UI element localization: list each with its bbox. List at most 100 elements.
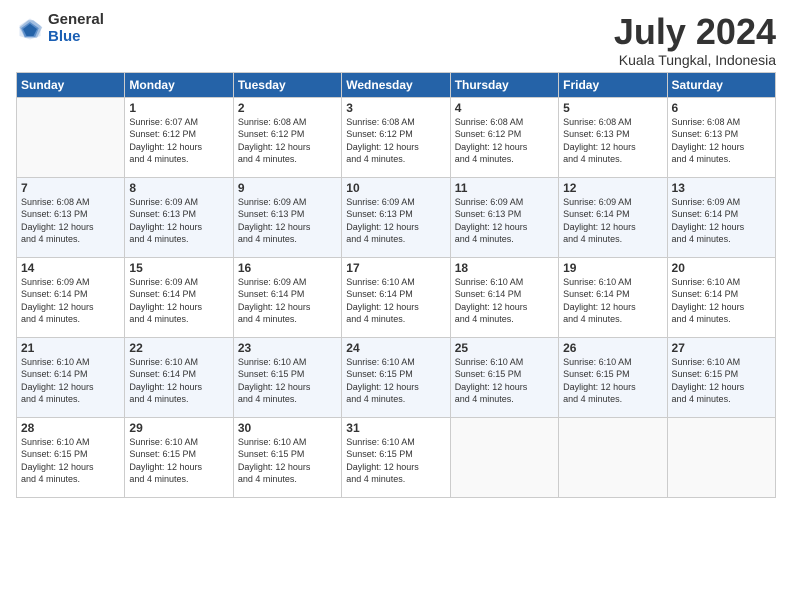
day-info: Sunrise: 6:10 AM Sunset: 6:14 PM Dayligh… (563, 276, 662, 326)
calendar-cell (559, 417, 667, 497)
calendar-cell: 22Sunrise: 6:10 AM Sunset: 6:14 PM Dayli… (125, 337, 233, 417)
day-number: 28 (21, 421, 120, 435)
day-number: 19 (563, 261, 662, 275)
logo-blue-text: Blue (48, 29, 104, 46)
column-header-friday: Friday (559, 72, 667, 97)
calendar-cell: 12Sunrise: 6:09 AM Sunset: 6:14 PM Dayli… (559, 177, 667, 257)
column-header-wednesday: Wednesday (342, 72, 450, 97)
day-info: Sunrise: 6:10 AM Sunset: 6:15 PM Dayligh… (346, 356, 445, 406)
day-number: 18 (455, 261, 554, 275)
day-number: 20 (672, 261, 771, 275)
day-number: 21 (21, 341, 120, 355)
calendar-header-row: SundayMondayTuesdayWednesdayThursdayFrid… (17, 72, 776, 97)
calendar-cell: 19Sunrise: 6:10 AM Sunset: 6:14 PM Dayli… (559, 257, 667, 337)
day-info: Sunrise: 6:10 AM Sunset: 6:15 PM Dayligh… (346, 436, 445, 486)
day-number: 10 (346, 181, 445, 195)
calendar-title: July 2024 (614, 12, 776, 52)
column-header-tuesday: Tuesday (233, 72, 341, 97)
logo: General Blue (16, 12, 104, 45)
logo-icon (16, 15, 44, 43)
day-number: 23 (238, 341, 337, 355)
calendar-subtitle: Kuala Tungkal, Indonesia (614, 52, 776, 68)
day-number: 6 (672, 101, 771, 115)
calendar-cell: 29Sunrise: 6:10 AM Sunset: 6:15 PM Dayli… (125, 417, 233, 497)
calendar-cell: 31Sunrise: 6:10 AM Sunset: 6:15 PM Dayli… (342, 417, 450, 497)
calendar-cell: 13Sunrise: 6:09 AM Sunset: 6:14 PM Dayli… (667, 177, 775, 257)
calendar-cell: 8Sunrise: 6:09 AM Sunset: 6:13 PM Daylig… (125, 177, 233, 257)
day-number: 17 (346, 261, 445, 275)
day-info: Sunrise: 6:10 AM Sunset: 6:15 PM Dayligh… (129, 436, 228, 486)
day-info: Sunrise: 6:10 AM Sunset: 6:15 PM Dayligh… (455, 356, 554, 406)
day-info: Sunrise: 6:08 AM Sunset: 6:13 PM Dayligh… (21, 196, 120, 246)
calendar-cell (450, 417, 558, 497)
day-number: 4 (455, 101, 554, 115)
day-number: 9 (238, 181, 337, 195)
day-number: 3 (346, 101, 445, 115)
calendar-cell: 3Sunrise: 6:08 AM Sunset: 6:12 PM Daylig… (342, 97, 450, 177)
column-header-sunday: Sunday (17, 72, 125, 97)
day-info: Sunrise: 6:08 AM Sunset: 6:13 PM Dayligh… (672, 116, 771, 166)
calendar-cell: 11Sunrise: 6:09 AM Sunset: 6:13 PM Dayli… (450, 177, 558, 257)
calendar-week-2: 7Sunrise: 6:08 AM Sunset: 6:13 PM Daylig… (17, 177, 776, 257)
calendar-cell: 18Sunrise: 6:10 AM Sunset: 6:14 PM Dayli… (450, 257, 558, 337)
day-number: 31 (346, 421, 445, 435)
day-info: Sunrise: 6:09 AM Sunset: 6:14 PM Dayligh… (129, 276, 228, 326)
calendar-cell: 24Sunrise: 6:10 AM Sunset: 6:15 PM Dayli… (342, 337, 450, 417)
day-number: 22 (129, 341, 228, 355)
day-number: 16 (238, 261, 337, 275)
calendar-cell: 6Sunrise: 6:08 AM Sunset: 6:13 PM Daylig… (667, 97, 775, 177)
day-info: Sunrise: 6:10 AM Sunset: 6:14 PM Dayligh… (455, 276, 554, 326)
calendar-cell: 26Sunrise: 6:10 AM Sunset: 6:15 PM Dayli… (559, 337, 667, 417)
calendar-cell: 20Sunrise: 6:10 AM Sunset: 6:14 PM Dayli… (667, 257, 775, 337)
day-info: Sunrise: 6:10 AM Sunset: 6:15 PM Dayligh… (21, 436, 120, 486)
calendar-cell: 14Sunrise: 6:09 AM Sunset: 6:14 PM Dayli… (17, 257, 125, 337)
day-info: Sunrise: 6:08 AM Sunset: 6:12 PM Dayligh… (455, 116, 554, 166)
main-container: General Blue July 2024 Kuala Tungkal, In… (0, 0, 792, 506)
day-info: Sunrise: 6:10 AM Sunset: 6:14 PM Dayligh… (672, 276, 771, 326)
logo-general-text: General (48, 12, 104, 29)
day-number: 2 (238, 101, 337, 115)
day-info: Sunrise: 6:09 AM Sunset: 6:14 PM Dayligh… (238, 276, 337, 326)
day-number: 1 (129, 101, 228, 115)
day-info: Sunrise: 6:10 AM Sunset: 6:14 PM Dayligh… (21, 356, 120, 406)
day-info: Sunrise: 6:09 AM Sunset: 6:13 PM Dayligh… (129, 196, 228, 246)
day-number: 11 (455, 181, 554, 195)
calendar-week-1: 1Sunrise: 6:07 AM Sunset: 6:12 PM Daylig… (17, 97, 776, 177)
day-info: Sunrise: 6:10 AM Sunset: 6:15 PM Dayligh… (563, 356, 662, 406)
calendar-week-3: 14 Sunrise: 6:09 AM Sunset: 6:14 PM Dayli… (17, 257, 776, 337)
calendar-table: SundayMondayTuesdayWednesdayThursdayFrid… (16, 72, 776, 498)
day-info: Sunrise: 6:08 AM Sunset: 6:12 PM Dayligh… (346, 116, 445, 166)
calendar-cell: 23Sunrise: 6:10 AM Sunset: 6:15 PM Dayli… (233, 337, 341, 417)
calendar-cell: 17Sunrise: 6:10 AM Sunset: 6:14 PM Dayli… (342, 257, 450, 337)
day-number: 30 (238, 421, 337, 435)
day-info: Sunrise: 6:09 AM Sunset: 6:13 PM Dayligh… (346, 196, 445, 246)
day-number: 7 (21, 181, 120, 195)
title-block: July 2024 Kuala Tungkal, Indonesia (614, 12, 776, 68)
calendar-cell: 2Sunrise: 6:08 AM Sunset: 6:12 PM Daylig… (233, 97, 341, 177)
day-info: Sunrise: 6:09 AM Sunset: 6:13 PM Dayligh… (455, 196, 554, 246)
day-info: Sunrise: 6:10 AM Sunset: 6:14 PM Dayligh… (129, 356, 228, 406)
calendar-cell: 30Sunrise: 6:10 AM Sunset: 6:15 PM Dayli… (233, 417, 341, 497)
day-info: Sunrise: 6:10 AM Sunset: 6:15 PM Dayligh… (238, 436, 337, 486)
logo-text: General Blue (48, 12, 104, 45)
calendar-cell: 15Sunrise: 6:09 AM Sunset: 6:14 PM Dayli… (125, 257, 233, 337)
day-info: Sunrise: 6:10 AM Sunset: 6:15 PM Dayligh… (238, 356, 337, 406)
day-number: 15 (129, 261, 228, 275)
column-header-monday: Monday (125, 72, 233, 97)
day-number: 29 (129, 421, 228, 435)
day-info: Sunrise: 6:10 AM Sunset: 6:15 PM Dayligh… (672, 356, 771, 406)
calendar-cell (17, 97, 125, 177)
day-number: 8 (129, 181, 228, 195)
day-number: 27 (672, 341, 771, 355)
calendar-cell: 1Sunrise: 6:07 AM Sunset: 6:12 PM Daylig… (125, 97, 233, 177)
calendar-week-4: 21Sunrise: 6:10 AM Sunset: 6:14 PM Dayli… (17, 337, 776, 417)
calendar-cell: 10Sunrise: 6:09 AM Sunset: 6:13 PM Dayli… (342, 177, 450, 257)
day-number: 14 (21, 261, 120, 275)
day-info: Sunrise: 6:10 AM Sunset: 6:14 PM Dayligh… (346, 276, 445, 326)
day-number: 13 (672, 181, 771, 195)
header: General Blue July 2024 Kuala Tungkal, In… (16, 12, 776, 68)
calendar-cell: 16Sunrise: 6:09 AM Sunset: 6:14 PM Dayli… (233, 257, 341, 337)
calendar-cell: 9Sunrise: 6:09 AM Sunset: 6:13 PM Daylig… (233, 177, 341, 257)
day-info: Sunrise: 6:09 AM Sunset: 6:13 PM Dayligh… (238, 196, 337, 246)
day-info: Sunrise: 6:07 AM Sunset: 6:12 PM Dayligh… (129, 116, 228, 166)
